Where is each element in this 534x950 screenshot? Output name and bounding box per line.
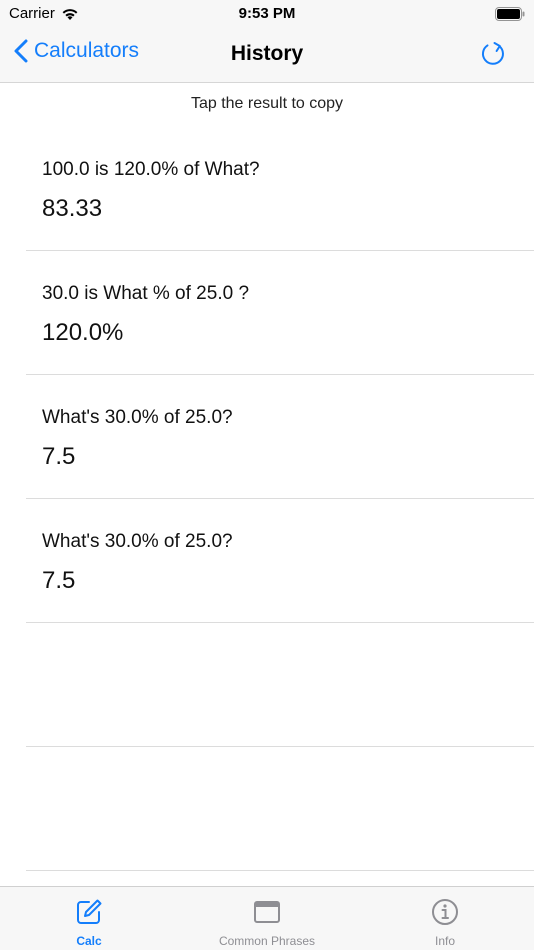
- tab-calc[interactable]: Calc: [0, 887, 178, 950]
- history-result[interactable]: 7.5: [42, 567, 75, 595]
- history-question: 100.0 is 120.0% of What?: [42, 159, 260, 180]
- history-result[interactable]: 83.33: [42, 195, 102, 223]
- info-icon: [432, 899, 458, 925]
- tab-bar: Calc Common Phrases Info: [0, 886, 534, 950]
- copy-hint: Tap the result to copy: [190, 95, 344, 112]
- history-result[interactable]: 7.5: [42, 443, 75, 471]
- clock: 9:53 PM: [238, 5, 296, 22]
- tab-info-label: Info: [434, 934, 455, 948]
- history-question: 30.0 is What % of 25.0 ?: [42, 283, 250, 304]
- tab-info[interactable]: Info: [356, 887, 534, 950]
- navigation-bar: Calculators History: [0, 30, 534, 83]
- refresh-icon[interactable]: [478, 39, 508, 69]
- history-item[interactable]: What's 30.0% of 25.0? 7.5: [26, 499, 534, 623]
- history-item[interactable]: What's 30.0% of 25.0? 7.5: [26, 375, 534, 499]
- back-button-label: Calculators: [34, 39, 140, 62]
- empty-row: [26, 623, 534, 747]
- history-question: What's 30.0% of 25.0?: [42, 531, 233, 552]
- history-question: What's 30.0% of 25.0?: [42, 407, 233, 428]
- battery-icon: [495, 7, 525, 21]
- history-result[interactable]: 120.0%: [42, 319, 123, 347]
- edit-icon: [77, 899, 102, 924]
- tab-common-phrases-label: Common Phrases: [218, 934, 316, 948]
- chevron-left-icon: [14, 39, 28, 63]
- tab-common-phrases[interactable]: Common Phrases: [178, 887, 356, 950]
- status-bar: Carrier 9:53 PM: [0, 0, 534, 30]
- history-list: Tap the result to copy 100.0 is 120.0% o…: [0, 84, 534, 886]
- empty-row: [26, 747, 534, 871]
- window-icon: [254, 901, 280, 923]
- back-button[interactable]: Calculators: [14, 39, 139, 63]
- history-item[interactable]: 100.0 is 120.0% of What? 83.33: [26, 127, 534, 251]
- history-item[interactable]: 30.0 is What % of 25.0 ? 120.0%: [26, 251, 534, 375]
- tab-calc-label: Calc: [76, 934, 102, 948]
